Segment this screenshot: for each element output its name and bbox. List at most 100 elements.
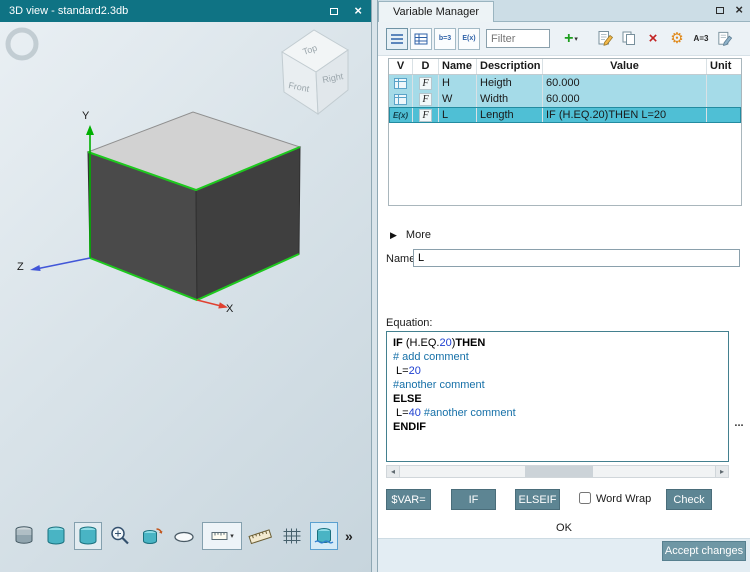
grid-icon bbox=[394, 94, 407, 105]
cell-name: L bbox=[439, 107, 477, 123]
insert-var-button[interactable]: $VAR= bbox=[386, 489, 431, 510]
scroll-right-arrow[interactable]: ▸ bbox=[715, 466, 728, 477]
cell-name: H bbox=[439, 75, 477, 91]
eq-comment: #another comment bbox=[393, 379, 485, 391]
cell-value: 60.000 bbox=[543, 75, 707, 91]
add-variable-button[interactable]: + ▾ bbox=[556, 28, 586, 50]
cell-unit bbox=[707, 75, 741, 91]
edit-equation-button[interactable] bbox=[714, 28, 736, 50]
equation-line: ENDIF bbox=[393, 420, 722, 434]
maximize-icon[interactable] bbox=[716, 7, 724, 14]
eq-keyword: ELSE bbox=[393, 393, 422, 405]
application-window: 3D view - standard2.3db × Top Front Righ… bbox=[0, 0, 750, 572]
list-view-button[interactable] bbox=[386, 28, 408, 50]
cell-unit bbox=[707, 91, 741, 107]
table-row-selected[interactable]: E(x) F L Length IF (H.EQ.20)THEN L=20 bbox=[389, 107, 741, 123]
orbit-widget-icon[interactable] bbox=[8, 30, 36, 58]
equation-line: #another comment bbox=[393, 378, 722, 392]
z-axis bbox=[36, 258, 90, 269]
close-icon[interactable]: × bbox=[735, 5, 743, 15]
cylinder-liquid-icon[interactable] bbox=[310, 522, 338, 550]
copy-variable-button[interactable] bbox=[618, 28, 640, 50]
eq-comment: # add comment bbox=[393, 351, 469, 363]
y-axis-label: Y bbox=[82, 110, 90, 122]
delete-variable-button[interactable]: × bbox=[642, 28, 664, 50]
insert-if-button[interactable]: IF bbox=[451, 489, 496, 510]
mesh-grid-icon[interactable] bbox=[278, 522, 306, 550]
view-cube[interactable]: Top Front Right bbox=[282, 30, 348, 114]
cell-d: F bbox=[413, 75, 439, 91]
column-header-v[interactable]: V bbox=[389, 59, 413, 74]
word-wrap-checkbox[interactable] bbox=[579, 492, 591, 504]
equation-line: L=40 #another comment bbox=[393, 406, 722, 420]
expression-view-button[interactable]: E(x) bbox=[458, 28, 480, 50]
table-row[interactable]: F W Width 60.000 bbox=[389, 91, 741, 107]
cell-name: W bbox=[439, 91, 477, 107]
scroll-left-arrow[interactable]: ◂ bbox=[387, 466, 400, 477]
formula-flag: F bbox=[419, 77, 431, 90]
dropdown-caret-icon[interactable]: ▾ bbox=[230, 532, 234, 540]
name-input[interactable] bbox=[413, 249, 740, 267]
formula-view-button[interactable]: b=3 bbox=[434, 28, 456, 50]
filter-input[interactable] bbox=[486, 29, 550, 48]
eq-number: 20 bbox=[439, 337, 451, 349]
detail-view-button[interactable] bbox=[410, 28, 432, 50]
cell-description: Length bbox=[477, 107, 543, 123]
column-header-value[interactable]: Value bbox=[543, 59, 707, 74]
3d-view-titlebar: 3D view - standard2.3db × bbox=[0, 0, 371, 22]
toolbar-overflow-button[interactable]: » bbox=[342, 528, 356, 544]
plus-icon: + bbox=[564, 32, 573, 46]
window-controls: × bbox=[330, 6, 362, 16]
horizontal-scrollbar[interactable]: ◂ ▸ bbox=[386, 465, 729, 478]
measure-tool-button[interactable]: ▾ bbox=[202, 522, 242, 550]
settings-button[interactable]: ⚙ bbox=[666, 28, 688, 50]
rename-icon-label: A=3 bbox=[694, 34, 709, 43]
cell-v bbox=[389, 91, 413, 107]
equation-more-button[interactable]: ... bbox=[730, 417, 748, 433]
3d-scene[interactable]: Top Front Right bbox=[0, 22, 372, 572]
column-header-unit[interactable]: Unit bbox=[707, 59, 741, 74]
accept-changes-button[interactable]: Accept changes bbox=[662, 541, 746, 561]
tab-variable-manager[interactable]: Variable Manager bbox=[378, 1, 494, 22]
column-header-name[interactable]: Name bbox=[439, 59, 477, 74]
scrollbar-thumb[interactable] bbox=[525, 466, 593, 477]
eq-number: 20 bbox=[409, 365, 421, 377]
expression-view-label: E(x) bbox=[462, 35, 475, 42]
close-icon[interactable]: × bbox=[354, 6, 362, 16]
y-axis-arrowhead bbox=[86, 125, 94, 135]
eq-text: (H.EQ. bbox=[403, 337, 440, 349]
window-controls: × bbox=[716, 5, 743, 15]
rename-variable-button[interactable]: A=3 bbox=[690, 28, 712, 50]
maximize-icon[interactable] bbox=[330, 8, 338, 15]
check-button[interactable]: Check bbox=[666, 489, 712, 510]
equation-editor[interactable]: IF (H.EQ.20)THEN # add comment L=20 #ano… bbox=[386, 331, 729, 462]
table-row[interactable]: F H Heigth 60.000 bbox=[389, 75, 741, 91]
ok-button[interactable]: OK bbox=[378, 522, 750, 534]
cell-description: Width bbox=[477, 91, 543, 107]
equation-label: Equation: bbox=[386, 317, 432, 329]
cell-d: F bbox=[413, 91, 439, 107]
z-axis-arrowhead bbox=[30, 265, 41, 271]
model-cube[interactable] bbox=[88, 112, 300, 300]
edit-variable-button[interactable] bbox=[594, 28, 616, 50]
ruler-icon[interactable] bbox=[246, 522, 274, 550]
cylinder-pressed-button[interactable] bbox=[74, 522, 102, 550]
column-header-description[interactable]: Description bbox=[477, 59, 543, 74]
cylinder-rotate-icon[interactable] bbox=[138, 522, 166, 550]
more-expander[interactable]: ▶ More bbox=[390, 229, 431, 241]
zoom-icon[interactable] bbox=[106, 522, 134, 550]
cell-description: Heigth bbox=[477, 75, 543, 91]
eq-keyword: THEN bbox=[455, 337, 485, 349]
word-wrap-label: Word Wrap bbox=[596, 493, 651, 505]
z-axis-label: Z bbox=[17, 261, 24, 273]
ellipse-sketch-icon[interactable] bbox=[170, 522, 198, 550]
eq-keyword: IF bbox=[393, 337, 403, 349]
database-stack-icon[interactable] bbox=[10, 522, 38, 550]
3d-viewport[interactable]: Top Front Right bbox=[0, 22, 371, 572]
column-header-d[interactable]: D bbox=[413, 59, 439, 74]
cylinder-icon[interactable] bbox=[42, 522, 70, 550]
insert-elseif-button[interactable]: ELSEIF bbox=[515, 489, 560, 510]
eq-text: L= bbox=[393, 407, 409, 419]
eq-text: L= bbox=[393, 365, 409, 377]
eq-comment: #another comment bbox=[424, 407, 516, 419]
